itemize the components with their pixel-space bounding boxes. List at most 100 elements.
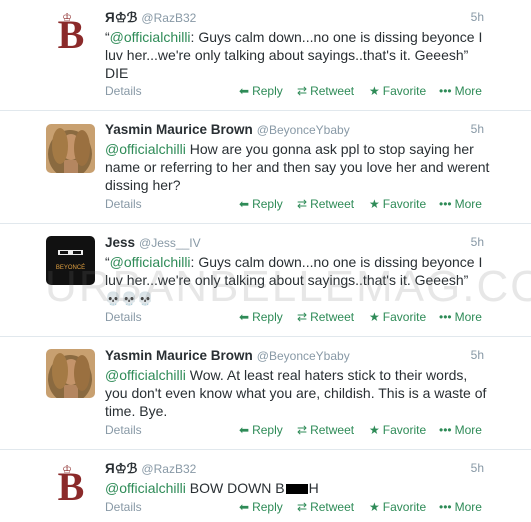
tweet-header: Yasmin Maurice Brown @BeyonceYbaby 5h [105, 122, 484, 140]
timestamp[interactable]: 5h [471, 10, 484, 24]
details-link[interactable]: Details [105, 84, 142, 98]
timestamp[interactable]: 5h [471, 461, 484, 475]
beyonce-photo [46, 124, 95, 173]
user-name[interactable]: Yasmin Maurice Brown [105, 122, 253, 137]
star-icon: ★ [369, 197, 380, 211]
ellipsis-icon: ••• [439, 310, 452, 324]
tweet-header: Я♔ℬ @RazB32 5h [105, 10, 484, 28]
user-handle[interactable]: @RazB32 [141, 11, 196, 25]
tweet: BEYONCÉ Jess @Jess__IV 5h “@officialchill… [0, 224, 531, 337]
reply-arrow-icon: ⬅ [239, 500, 250, 514]
tweet-body-end: H [308, 480, 319, 496]
more-button[interactable]: ••• More [439, 84, 482, 98]
tweet-header: Jess @Jess__IV 5h [105, 235, 484, 253]
ellipsis-icon: ••• [439, 500, 452, 514]
more-button[interactable]: ••• More [439, 197, 482, 211]
retweet-button[interactable]: ⇄ Retweet [297, 84, 354, 98]
favorite-button[interactable]: ★ Favorite [369, 197, 426, 211]
star-icon: ★ [369, 500, 380, 514]
retweet-icon: ⇄ [297, 500, 308, 514]
retweet-button[interactable]: ⇄ Retweet [297, 197, 354, 211]
favorite-button[interactable]: ★ Favorite [369, 500, 426, 514]
star-icon: ★ [369, 84, 380, 98]
svg-text:♔: ♔ [62, 464, 72, 476]
user-name[interactable]: Yasmin Maurice Brown [105, 348, 253, 363]
avatar[interactable] [46, 124, 95, 173]
tweet-header: Я♔ℬ @RazB32 5h [105, 461, 484, 479]
mention-link[interactable]: @officialchilli [110, 254, 191, 270]
tweet-actions: Details ⬅ Reply ⇄ Retweet ★ Favorite ••• Mor… [105, 84, 485, 100]
more-button[interactable]: ••• More [439, 310, 482, 324]
ellipsis-icon: ••• [439, 197, 452, 211]
beyonce-album-cover: BEYONCÉ [46, 236, 95, 285]
details-link[interactable]: Details [105, 197, 142, 211]
tweet-actions: Details ⬅ Reply ⇄ Retweet ★ Favorite ••• Mor… [105, 197, 485, 213]
ellipsis-icon: ••• [439, 84, 452, 98]
reply-button[interactable]: ⬅ Reply [239, 500, 283, 514]
censor-bar [285, 484, 308, 495]
tweet: Yasmin Maurice Brown @BeyonceYbaby 5h @of… [0, 111, 531, 224]
reply-button[interactable]: ⬅ Reply [239, 84, 283, 98]
tweet-text: @officialchilli BOW DOWN B H [105, 479, 490, 497]
tweet-text: “@officialchilli: Guys calm down...no on… [105, 253, 490, 308]
favorite-button[interactable]: ★ Favorite [369, 423, 426, 437]
tweet: B ♔ Я♔ℬ @RazB32 5h “@officialchilli: Guys… [0, 0, 531, 111]
user-handle[interactable]: @BeyonceYbaby [257, 349, 350, 363]
mention-link[interactable]: @officialchilli [110, 29, 191, 45]
timestamp[interactable]: 5h [471, 235, 484, 249]
user-name[interactable]: Jess [105, 235, 135, 250]
tweet-feed: B ♔ Я♔ℬ @RazB32 5h “@officialchilli: Guys… [0, 0, 531, 522]
svg-text:♔: ♔ [62, 12, 72, 24]
retweet-button[interactable]: ⇄ Retweet [297, 423, 354, 437]
retweet-icon: ⇄ [297, 84, 308, 98]
avatar[interactable] [46, 349, 95, 398]
retweet-icon: ⇄ [297, 197, 308, 211]
more-button[interactable]: ••• More [439, 423, 482, 437]
tweet: B ♔ Я♔ℬ @RazB32 5h @officialchilli BOW DO… [0, 450, 531, 522]
user-handle[interactable]: @BeyonceYbaby [257, 123, 350, 137]
details-link[interactable]: Details [105, 423, 142, 437]
star-icon: ★ [369, 423, 380, 437]
more-button[interactable]: ••• More [439, 500, 482, 514]
tweet-actions: Details ⬅ Reply ⇄ Retweet ★ Favorite ••• Mor… [105, 310, 485, 326]
retweet-icon: ⇄ [297, 310, 308, 324]
user-name[interactable]: Я♔ℬ [105, 461, 137, 476]
avatar[interactable]: B ♔ [46, 460, 95, 509]
details-link[interactable]: Details [105, 310, 142, 324]
tweet-actions: Details ⬅ Reply ⇄ Retweet ★ Favorite ••• Mor… [105, 500, 485, 516]
timestamp[interactable]: 5h [471, 122, 484, 136]
mention-link[interactable]: @officialchilli [105, 141, 186, 157]
reply-arrow-icon: ⬅ [239, 423, 250, 437]
reply-arrow-icon: ⬅ [239, 197, 250, 211]
skull-emoji: 💀💀💀 [105, 291, 154, 306]
ellipsis-icon: ••• [439, 423, 452, 437]
timestamp[interactable]: 5h [471, 348, 484, 362]
tweet-text: @officialchilli Wow. At least real hater… [105, 366, 490, 420]
tweet-text: @officialchilli How are you gonna ask pp… [105, 140, 490, 194]
details-link[interactable]: Details [105, 500, 142, 514]
tweet: Yasmin Maurice Brown @BeyonceYbaby 5h @of… [0, 337, 531, 450]
reply-button[interactable]: ⬅ Reply [239, 310, 283, 324]
star-icon: ★ [369, 310, 380, 324]
avatar[interactable]: B ♔ [46, 8, 95, 57]
album-cover-label: BEYONCÉ [56, 264, 85, 271]
mention-link[interactable]: @officialchilli [105, 367, 186, 383]
tweet-header: Yasmin Maurice Brown @BeyonceYbaby 5h [105, 348, 484, 366]
beyonce-photo [46, 349, 95, 398]
user-handle[interactable]: @RazB32 [141, 462, 196, 476]
avatar[interactable]: BEYONCÉ [46, 236, 95, 285]
b-logo-icon: B ♔ [46, 8, 95, 57]
reply-arrow-icon: ⬅ [239, 84, 250, 98]
retweet-button[interactable]: ⇄ Retweet [297, 500, 354, 514]
reply-button[interactable]: ⬅ Reply [239, 197, 283, 211]
retweet-icon: ⇄ [297, 423, 308, 437]
retweet-button[interactable]: ⇄ Retweet [297, 310, 354, 324]
b-logo-icon: B ♔ [46, 460, 95, 509]
user-name[interactable]: Я♔ℬ [105, 10, 137, 25]
user-handle[interactable]: @Jess__IV [139, 236, 201, 250]
reply-button[interactable]: ⬅ Reply [239, 423, 283, 437]
tweet-actions: Details ⬅ Reply ⇄ Retweet ★ Favorite ••• Mor… [105, 423, 485, 439]
favorite-button[interactable]: ★ Favorite [369, 310, 426, 324]
mention-link[interactable]: @officialchilli [105, 480, 186, 496]
favorite-button[interactable]: ★ Favorite [369, 84, 426, 98]
